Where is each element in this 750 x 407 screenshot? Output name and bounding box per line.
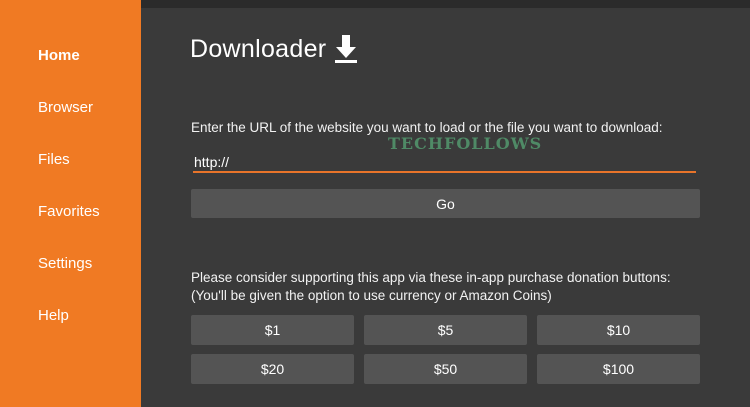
donation-message-line-2: (You'll be given the option to use curre… (191, 288, 552, 303)
url-input[interactable] (193, 152, 696, 173)
donate-1-button[interactable]: $1 (191, 315, 354, 345)
go-button[interactable]: Go (191, 189, 700, 218)
url-prompt-label: Enter the URL of the website you want to… (191, 120, 663, 135)
sidebar-item-help[interactable]: Help (38, 307, 69, 324)
download-arrow-icon (335, 35, 358, 63)
sidebar-item-settings[interactable]: Settings (38, 255, 92, 272)
watermark: TECHFOLLOWS (388, 134, 543, 153)
donate-50-button[interactable]: $50 (364, 354, 527, 384)
donate-20-button[interactable]: $20 (191, 354, 354, 384)
donation-message: Please consider supporting this app via … (191, 269, 671, 305)
donate-10-button[interactable]: $10 (537, 315, 700, 345)
sidebar-item-home[interactable]: Home (38, 47, 80, 64)
page-title: Downloader (190, 34, 327, 63)
sidebar: Home Browser Files Favorites Settings He… (0, 0, 141, 407)
donation-message-line-1: Please consider supporting this app via … (191, 270, 671, 285)
sidebar-item-favorites[interactable]: Favorites (38, 203, 100, 220)
donate-100-button[interactable]: $100 (537, 354, 700, 384)
sidebar-item-files[interactable]: Files (38, 151, 70, 168)
page-header: Downloader (190, 34, 358, 64)
sidebar-item-browser[interactable]: Browser (38, 99, 93, 116)
donate-5-button[interactable]: $5 (364, 315, 527, 345)
